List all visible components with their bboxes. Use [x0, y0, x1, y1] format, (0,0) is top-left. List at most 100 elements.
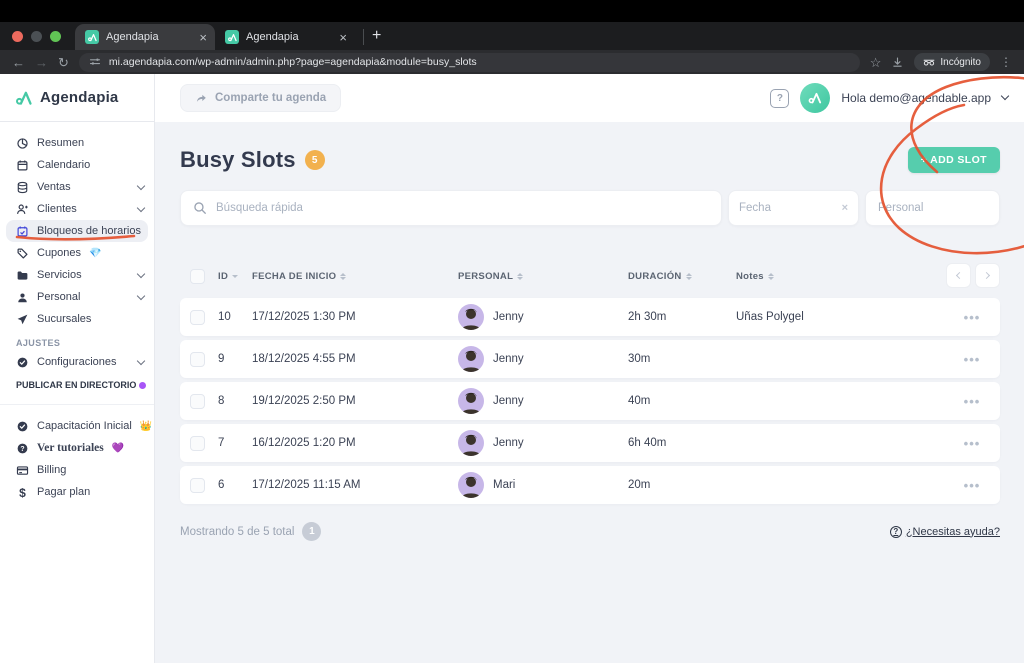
cell-duration: 40m	[628, 395, 736, 407]
need-help-link[interactable]: ? ¿Necesitas ayuda?	[890, 526, 1000, 538]
date-filter-input[interactable]	[739, 202, 838, 214]
column-header-notes[interactable]: Notes	[736, 271, 954, 282]
column-header-duracion[interactable]: DURACIÓN	[628, 271, 736, 282]
credit-card-icon	[16, 464, 29, 477]
browser-menu-icon[interactable]: ⋮	[1000, 55, 1012, 69]
prev-page-button[interactable]	[946, 263, 971, 288]
sidebar-item-pagar-plan[interactable]: $ Pagar plan	[0, 481, 154, 503]
sidebar-item-personal[interactable]: Personal	[0, 286, 154, 308]
sidebar-item-configuraciones[interactable]: Configuraciones	[0, 351, 154, 373]
zoom-window-button[interactable]	[50, 31, 61, 42]
row-actions-icon[interactable]: •••	[954, 436, 990, 451]
new-tab-button[interactable]: +	[372, 27, 381, 50]
forward-button[interactable]: →	[35, 56, 48, 69]
sidebar-item-publicar-en-directorio[interactable]: PUBLICAR EN DIRECTORIO	[0, 373, 154, 390]
agendapia-favicon	[85, 30, 99, 44]
table-row[interactable]: 6 17/12/2025 11:15 AM Mari 20m •••	[180, 466, 1000, 504]
sidebar-item-ventas[interactable]: Ventas	[0, 176, 154, 198]
sidebar-item-cupones[interactable]: Cupones 💎	[0, 242, 154, 264]
browser-tab-active[interactable]: Agendapia ×	[75, 24, 215, 50]
cell-duration: 30m	[628, 353, 736, 365]
site-settings-icon[interactable]	[89, 56, 101, 68]
address-bar[interactable]: mi.agendapia.com/wp-admin/admin.php?page…	[79, 53, 860, 72]
table-row[interactable]: 8 19/12/2025 2:50 PM Jenny 40m •••	[180, 382, 1000, 420]
sidebar-item-calendario[interactable]: Calendario	[0, 154, 154, 176]
sidebar-item-clientes[interactable]: Clientes	[0, 198, 154, 220]
sidebar-item-resumen[interactable]: Resumen	[0, 132, 154, 154]
table-row[interactable]: 7 16/12/2025 1:20 PM Jenny 6h 40m •••	[180, 424, 1000, 462]
minimize-window-button[interactable]	[31, 31, 42, 42]
tab-title: Agendapia	[106, 31, 192, 43]
sidebar-item-label: Clientes	[37, 203, 77, 215]
row-checkbox[interactable]	[190, 352, 205, 367]
personal-filter-box[interactable]	[865, 190, 1000, 226]
sidebar-item-label: Capacitación Inicial	[37, 420, 132, 432]
chevron-down-icon	[137, 291, 145, 299]
user-avatar[interactable]	[800, 83, 830, 113]
sidebar-item-label: Personal	[37, 291, 80, 303]
avatar	[458, 346, 484, 372]
column-header-personal[interactable]: PERSONAL	[458, 271, 628, 282]
personal-filter-input[interactable]	[878, 202, 987, 214]
sidebar-item-capacitacion-inicial[interactable]: Capacitación Inicial 👑	[0, 415, 154, 437]
check-circle-icon	[16, 356, 29, 369]
share-icon	[195, 92, 208, 105]
next-page-button[interactable]	[975, 263, 1000, 288]
close-tab-icon[interactable]: ×	[199, 31, 207, 44]
row-actions-icon[interactable]: •••	[954, 310, 990, 325]
sidebar-item-label: Pagar plan	[37, 486, 90, 498]
row-checkbox[interactable]	[190, 436, 205, 451]
row-actions-icon[interactable]: •••	[954, 352, 990, 367]
back-button[interactable]: ←	[12, 56, 25, 69]
sidebar-item-bloqueos-de-horarios[interactable]: Bloqueos de horarios	[6, 220, 148, 242]
cell-personal: Jenny	[493, 395, 524, 407]
share-agenda-button[interactable]: Comparte tu agenda	[180, 84, 341, 112]
sidebar-item-label: Configuraciones	[37, 356, 117, 368]
table-row[interactable]: 9 18/12/2025 4:55 PM Jenny 30m •••	[180, 340, 1000, 378]
chevron-down-icon[interactable]	[1001, 92, 1009, 100]
sidebar-item-ver-tutoriales[interactable]: Ver tutoriales 💜	[0, 437, 154, 459]
table-row[interactable]: 10 17/12/2025 1:30 PM Jenny 2h 30m Uñas …	[180, 298, 1000, 336]
sidebar-item-label: Calendario	[37, 159, 90, 171]
column-header-id[interactable]: ID	[218, 271, 252, 282]
row-actions-icon[interactable]: •••	[954, 394, 990, 409]
downloads-icon[interactable]	[891, 56, 904, 69]
sort-icon	[340, 273, 346, 280]
quick-search-box[interactable]	[180, 190, 722, 226]
reload-button[interactable]: ↻	[58, 56, 69, 69]
database-icon	[16, 181, 29, 194]
url-text[interactable]: mi.agendapia.com/wp-admin/admin.php?page…	[109, 56, 477, 68]
cell-notes: Uñas Polygel	[736, 311, 954, 323]
page-number-badge[interactable]: 1	[302, 522, 321, 541]
cell-id: 8	[218, 395, 252, 407]
sidebar-item-sucursales[interactable]: Sucursales	[0, 308, 154, 330]
row-checkbox[interactable]	[190, 310, 205, 325]
window-controls[interactable]	[0, 31, 75, 50]
sort-icon	[232, 275, 238, 278]
bookmark-star-icon[interactable]: ☆	[870, 56, 882, 69]
select-all-checkbox[interactable]	[190, 269, 205, 284]
clear-date-icon[interactable]: ×	[842, 202, 848, 214]
help-bubble-icon[interactable]: ?	[770, 89, 789, 108]
search-input[interactable]	[216, 202, 709, 214]
date-filter-box[interactable]: ×	[728, 190, 859, 226]
row-checkbox[interactable]	[190, 394, 205, 409]
question-circle-icon	[16, 442, 29, 455]
sidebar-item-servicios[interactable]: Servicios	[0, 264, 154, 286]
column-header-fecha-de-inicio[interactable]: FECHA DE INICIO	[252, 271, 458, 282]
row-actions-icon[interactable]: •••	[954, 478, 990, 493]
cell-personal: Mari	[493, 479, 515, 491]
count-badge: 5	[305, 150, 325, 170]
add-slot-button[interactable]: + ADD SLOT	[908, 147, 1000, 173]
user-greeting[interactable]: Hola demo@agendable.app	[841, 91, 991, 105]
cell-personal: Jenny	[493, 311, 524, 323]
browser-tab-inactive[interactable]: Agendapia ×	[215, 24, 355, 50]
user-icon	[16, 291, 29, 304]
sort-icon	[686, 273, 692, 280]
row-checkbox[interactable]	[190, 478, 205, 493]
close-tab-icon[interactable]: ×	[339, 31, 347, 44]
sidebar-item-billing[interactable]: Billing	[0, 459, 154, 481]
cell-start: 16/12/2025 1:20 PM	[252, 437, 458, 449]
sidebar-footer: Capacitación Inicial 👑 Ver tutoriales 💜 …	[0, 404, 154, 503]
close-window-button[interactable]	[12, 31, 23, 42]
